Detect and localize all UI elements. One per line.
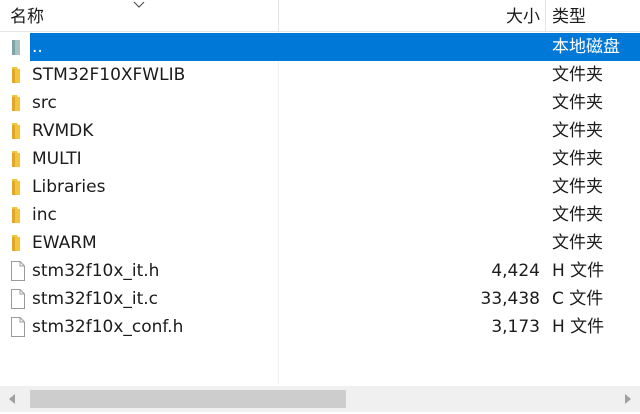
file-name: .. (32, 37, 43, 57)
column-separator[interactable] (545, 0, 546, 32)
file-icon (8, 316, 28, 338)
file-type: C 文件 (552, 289, 604, 309)
file-icon (8, 260, 28, 282)
file-row[interactable]: RVMDK 文件夹 (0, 117, 640, 145)
file-size: 33,438 (480, 289, 540, 309)
horizontal-scrollbar[interactable] (0, 386, 640, 412)
file-type: H 文件 (552, 261, 605, 281)
file-type: 文件夹 (552, 149, 603, 169)
file-name: src (32, 93, 57, 113)
file-size (440, 145, 540, 173)
file-size: 4,424 (491, 261, 540, 281)
column-header-name[interactable]: 名称 (10, 0, 44, 32)
column-header: 名称 大小 类型 (0, 0, 640, 32)
column-separator[interactable] (278, 0, 279, 32)
folder-icon (8, 148, 28, 170)
sort-chevron-icon (133, 1, 145, 8)
file-type: 文件夹 (552, 65, 603, 85)
file-name: stm32f10x_conf.h (32, 317, 184, 337)
file-type: 文件夹 (552, 121, 603, 141)
file-size (440, 33, 540, 61)
file-name: EWARM (32, 233, 97, 253)
file-row[interactable]: stm32f10x_it.h 4,424 H 文件 (0, 257, 640, 285)
file-row[interactable]: Libraries 文件夹 (0, 173, 640, 201)
file-row[interactable]: inc 文件夹 (0, 201, 640, 229)
folder-icon (8, 232, 28, 254)
folder-icon (8, 64, 28, 86)
file-size (440, 117, 540, 145)
file-type: 文件夹 (552, 205, 603, 225)
scrollbar-thumb[interactable] (30, 390, 346, 408)
file-icon (8, 288, 28, 310)
file-type: 文件夹 (552, 233, 603, 253)
folder-icon (8, 120, 28, 142)
file-type: H 文件 (552, 317, 605, 337)
file-size (440, 173, 540, 201)
selection-highlight (30, 33, 640, 61)
up-folder-icon (8, 36, 28, 58)
folder-icon (8, 176, 28, 198)
column-header-type[interactable]: 类型 (552, 0, 586, 32)
file-row[interactable]: MULTI 文件夹 (0, 145, 640, 173)
file-size (440, 201, 540, 229)
file-size (440, 61, 540, 89)
folder-icon (8, 204, 28, 226)
scroll-right-icon[interactable] (614, 386, 640, 412)
file-type: 文件夹 (552, 177, 603, 197)
folder-icon (8, 92, 28, 114)
file-size (440, 89, 540, 117)
file-name: inc (32, 205, 57, 225)
file-size: 3,173 (491, 317, 540, 337)
column-header-size[interactable]: 大小 (478, 0, 540, 32)
file-name: stm32f10x_it.h (32, 261, 160, 281)
file-row[interactable]: stm32f10x_it.c 33,438 C 文件 (0, 285, 640, 313)
file-row[interactable]: src 文件夹 (0, 89, 640, 117)
file-row[interactable]: STM32F10XFWLIB 文件夹 (0, 61, 640, 89)
file-row[interactable]: .. 本地磁盘 (0, 33, 640, 61)
file-name: STM32F10XFWLIB (32, 65, 186, 85)
file-type: 本地磁盘 (552, 37, 620, 57)
file-name: RVMDK (32, 121, 94, 141)
file-row[interactable]: stm32f10x_conf.h 3,173 H 文件 (0, 313, 640, 341)
file-row[interactable]: EWARM 文件夹 (0, 229, 640, 257)
file-name: Libraries (32, 177, 106, 197)
scroll-left-icon[interactable] (0, 386, 26, 412)
file-name: stm32f10x_it.c (32, 289, 159, 309)
file-size (440, 229, 540, 257)
file-name: MULTI (32, 149, 82, 169)
file-type: 文件夹 (552, 93, 603, 113)
